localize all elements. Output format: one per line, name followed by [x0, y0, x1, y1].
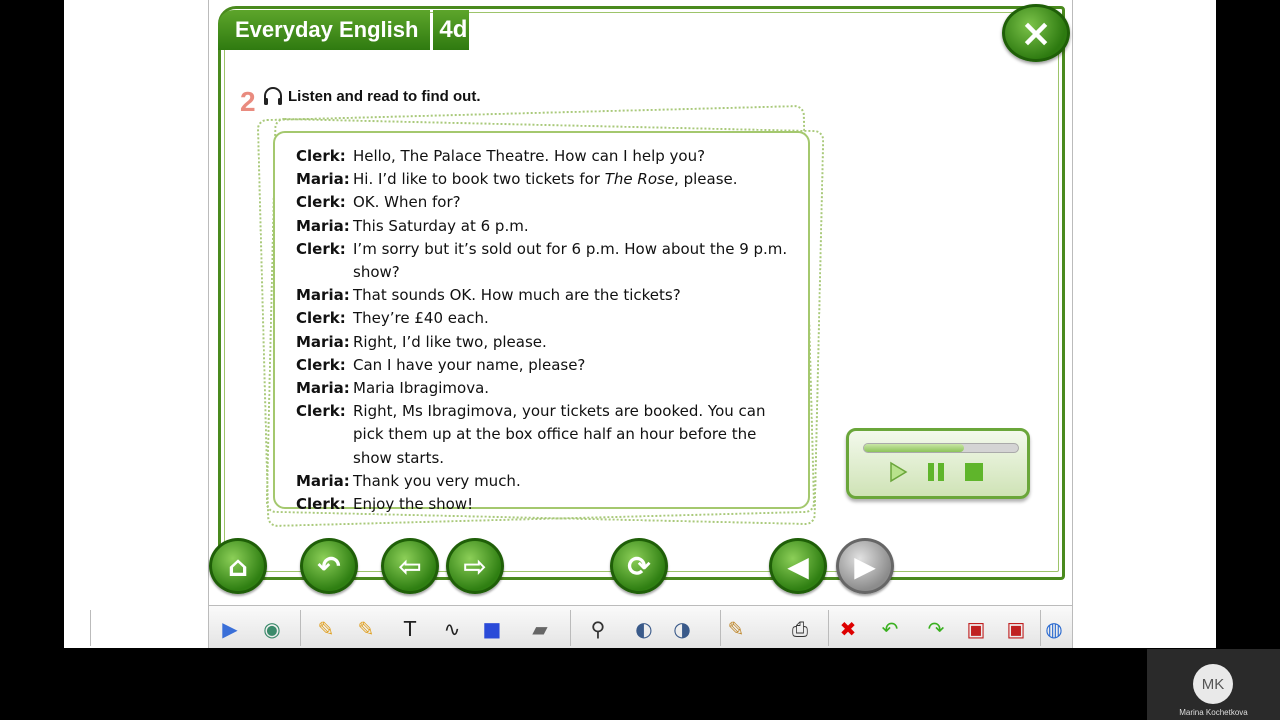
arrow-right-icon: ⇨ [463, 549, 487, 583]
play-icon[interactable] [887, 461, 909, 483]
shape-icon[interactable]: ■ [477, 614, 507, 644]
redo-icon[interactable]: ↷ [921, 614, 951, 644]
next-button[interactable]: ⇨ [446, 538, 504, 594]
speaker-label: Maria: [296, 286, 350, 305]
print-icon[interactable]: ⎙ [785, 614, 815, 644]
lesson-title: Everyday English [218, 10, 431, 50]
headphones-icon[interactable] [262, 86, 284, 108]
dialogue-line: Maria: Hi. I’d like to book two tickets f… [296, 168, 796, 191]
stop-icon[interactable] [963, 461, 985, 483]
speech-text: Enjoy the show! [353, 495, 474, 514]
speaker-label: Clerk: [296, 147, 346, 165]
lesson-unit: 4d [433, 10, 470, 50]
page-next-button[interactable]: ▶ [836, 538, 894, 594]
participant-name: Marina Kochetkova [1179, 708, 1248, 717]
refresh-icon: ⟳ [627, 549, 651, 583]
pointer-icon[interactable]: ◉ [257, 614, 287, 644]
reveal-icon[interactable]: ◑ [667, 614, 697, 644]
speech-text: They’re £40 each. [353, 309, 489, 328]
lesson-title-tab: Everyday English 4d [218, 10, 470, 50]
triangle-left-icon: ◀ [787, 549, 809, 583]
back-icon: ↶ [317, 549, 341, 583]
speech-text: Right, I’d like two, please. [353, 332, 547, 351]
speaker-label: Maria: [296, 379, 350, 398]
audio-player [846, 428, 1030, 499]
speech-text: That sounds OK. How much are the tickets… [353, 286, 681, 305]
audio-progress-bar[interactable] [863, 443, 1019, 453]
notes-icon[interactable]: ✎ [721, 614, 751, 644]
speech-text-part: Hi. I’d like to book two tickets for [353, 170, 605, 189]
dialogue-line: Maria: Thank you very much. [296, 470, 796, 493]
speech-text: This Saturday at 6 p.m. [353, 216, 529, 235]
web-icon[interactable]: ◍ [1039, 614, 1069, 644]
toolbar-separator [828, 610, 829, 646]
dialogue-line: Clerk: Right, Ms Ibragimova, your tickets… [296, 400, 796, 470]
speech-text: Hi. I’d like to book two tickets for The… [353, 168, 796, 191]
speech-text: OK. When for? [353, 193, 461, 212]
task-instruction: Listen and read to find out. [288, 88, 481, 105]
dialogue-line: Maria: That sounds OK. How much are the t… [296, 284, 796, 307]
dialogue-text: Clerk: Hello, The Palace Theatre. How can… [296, 145, 796, 516]
close-icon: × [1020, 11, 1052, 55]
toolbar-separator [300, 610, 301, 646]
pencil-icon[interactable]: ✎ [311, 614, 341, 644]
dialogue-line: Clerk: Hello, The Palace Theatre. How can… [296, 145, 796, 168]
spotlight-icon[interactable]: ◐ [629, 614, 659, 644]
dialogue-line: Clerk: They’re £40 each. [296, 307, 796, 330]
avatar: MK [1193, 664, 1233, 704]
speech-text: Thank you very much. [353, 471, 521, 490]
dialogue-line: Maria: Maria Ibragimova. [296, 377, 796, 400]
back-button[interactable]: ↶ [300, 538, 358, 594]
arrow-left-icon: ⇦ [398, 549, 422, 583]
annotation-toolbar: ▶ ◉ ✎ ✎ T ∿ ■ ▰ ⚲ ◐ ◑ ✎ ⎙ ✖ ↶ ↷ ▣ ▣ ◍ [90, 605, 1072, 648]
speech-text: Hello, The Palace Theatre. How can I hel… [353, 147, 706, 165]
speaker-label: Clerk: [296, 309, 346, 328]
save-icon[interactable]: ▣ [961, 614, 991, 644]
refresh-button[interactable]: ⟳ [610, 538, 668, 594]
save-as-icon[interactable]: ▣ [1001, 614, 1031, 644]
highlighter-icon[interactable]: ✎ [351, 614, 381, 644]
speaker-label: Maria: [296, 332, 350, 351]
previous-button[interactable]: ⇦ [381, 538, 439, 594]
speaker-label: Clerk: [296, 402, 346, 421]
video-call-stage: Everyday English 4d × 2 Listen and read … [0, 0, 1280, 720]
home-button[interactable]: ⌂ [209, 538, 267, 594]
page-previous-button[interactable]: ◀ [769, 538, 827, 594]
dialogue-line: Clerk: Enjoy the show! [296, 493, 796, 516]
dialogue-line: Maria: This Saturday at 6 p.m. [296, 215, 796, 238]
dialogue-line: Clerk: I’m sorry but it’s sold out for 6 … [296, 238, 796, 284]
pause-icon[interactable] [925, 461, 947, 483]
audio-progress-fill [864, 444, 965, 452]
speaker-label: Clerk: [296, 495, 346, 514]
undo-icon[interactable]: ↶ [875, 614, 905, 644]
speaker-label: Clerk: [296, 239, 346, 258]
speaker-label: Maria: [296, 170, 350, 189]
zoom-icon[interactable]: ⚲ [583, 614, 613, 644]
play-title: The Rose [604, 170, 675, 189]
speech-text: Maria Ibragimova. [353, 379, 490, 398]
speaker-label: Clerk: [296, 193, 346, 212]
task-number: 2 [240, 86, 256, 117]
dialogue-line: Clerk: OK. When for? [296, 191, 796, 214]
dialogue-line: Clerk: Can I have your name, please? [296, 354, 796, 377]
text-icon[interactable]: T [395, 614, 425, 644]
speaker-label: Maria: [296, 216, 350, 235]
toolbar-separator [570, 610, 571, 646]
speaker-label: Maria: [296, 471, 350, 490]
participant-video-tile[interactable]: MK Marina Kochetkova [1147, 649, 1280, 720]
close-button[interactable]: × [1002, 4, 1070, 62]
speech-text: Right, Ms Ibragimova, your tickets are b… [353, 402, 766, 467]
speech-text-part: , please. [674, 170, 738, 189]
freehand-icon[interactable]: ∿ [437, 614, 467, 644]
expand-icon[interactable]: ▶ [215, 614, 245, 644]
dialogue-line: Maria: Right, I’d like two, please. [296, 331, 796, 354]
eraser-icon[interactable]: ▰ [525, 614, 555, 644]
clear-icon[interactable]: ✖ [833, 614, 863, 644]
speaker-label: Clerk: [296, 355, 346, 374]
home-icon: ⌂ [227, 549, 249, 583]
triangle-right-icon: ▶ [854, 549, 876, 583]
toolbar-separator [90, 610, 91, 646]
speech-text: Can I have your name, please? [353, 355, 586, 374]
speech-text: I’m sorry but it’s sold out for 6 p.m. H… [353, 239, 788, 282]
